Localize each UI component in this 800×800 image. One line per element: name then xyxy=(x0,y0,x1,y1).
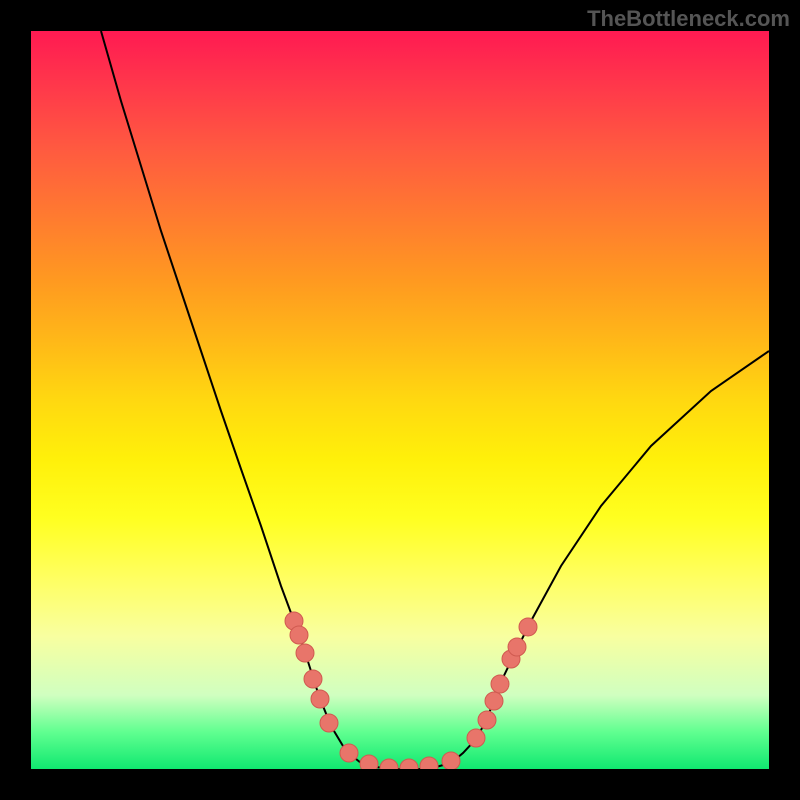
chart-frame: TheBottleneck.com xyxy=(0,0,800,800)
bottleneck-curve xyxy=(101,31,769,769)
data-marker xyxy=(478,711,496,729)
data-marker xyxy=(519,618,537,636)
data-marker xyxy=(491,675,509,693)
data-marker xyxy=(467,729,485,747)
data-marker xyxy=(296,644,314,662)
data-marker xyxy=(485,692,503,710)
data-marker xyxy=(442,752,460,769)
data-marker xyxy=(290,626,308,644)
data-marker xyxy=(400,759,418,769)
data-marker xyxy=(304,670,322,688)
data-marker xyxy=(420,757,438,769)
data-marker xyxy=(320,714,338,732)
data-marker xyxy=(380,759,398,769)
curve-svg xyxy=(31,31,769,769)
data-marker xyxy=(311,690,329,708)
watermark-text: TheBottleneck.com xyxy=(587,6,790,32)
data-marker xyxy=(360,755,378,769)
data-marker xyxy=(508,638,526,656)
plot-area xyxy=(31,31,769,769)
data-marker xyxy=(340,744,358,762)
